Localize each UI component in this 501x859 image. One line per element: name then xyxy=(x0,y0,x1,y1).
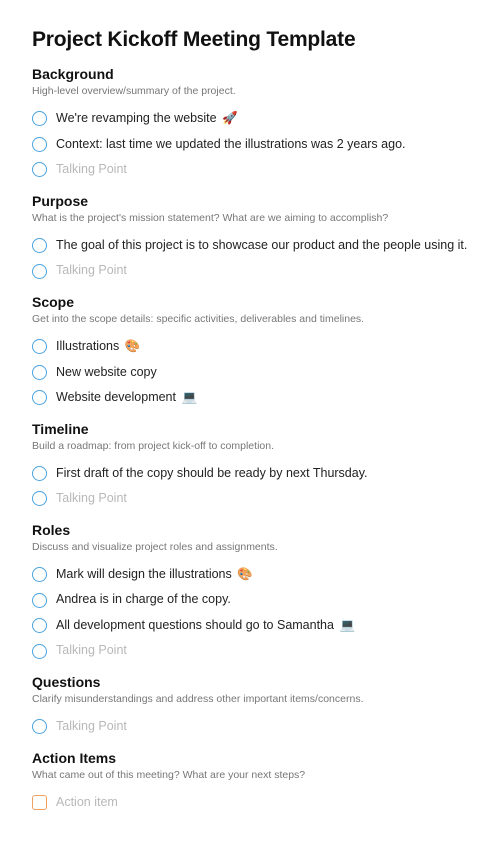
item-text[interactable]: Illustrations 🎨 xyxy=(56,338,140,356)
circle-bullet-icon[interactable] xyxy=(32,618,47,633)
list-item[interactable]: All development questions should go to S… xyxy=(32,613,469,639)
list-item[interactable]: We're revamping the website 🚀 xyxy=(32,106,469,132)
laptop-icon: 💻 xyxy=(181,389,197,407)
section-timeline: Timeline Build a roadmap: from project ki… xyxy=(32,421,469,512)
section-action-items: Action Items What came out of this meetin… xyxy=(32,750,469,816)
list-item[interactable]: Illustrations 🎨 xyxy=(32,334,469,360)
circle-bullet-icon[interactable] xyxy=(32,111,47,126)
laptop-icon: 💻 xyxy=(339,617,355,635)
section-scope: Scope Get into the scope details: specifi… xyxy=(32,294,469,411)
circle-bullet-icon[interactable] xyxy=(32,719,47,734)
item-text[interactable]: All development questions should go to S… xyxy=(56,617,355,635)
item-text[interactable]: First draft of the copy should be ready … xyxy=(56,465,368,483)
list-item[interactable]: Context: last time we updated the illust… xyxy=(32,132,469,158)
placeholder-text[interactable]: Talking Point xyxy=(56,490,127,508)
circle-bullet-icon[interactable] xyxy=(32,137,47,152)
section-background: Background High-level overview/summary of… xyxy=(32,66,469,183)
section-description: What came out of this meeting? What are … xyxy=(32,768,469,782)
circle-bullet-icon[interactable] xyxy=(32,238,47,253)
document-page: Project Kickoff Meeting Template Backgro… xyxy=(0,0,501,859)
item-text[interactable]: Mark will design the illustrations 🎨 xyxy=(56,566,253,584)
section-description: What is the project's mission statement?… xyxy=(32,211,469,225)
circle-bullet-icon[interactable] xyxy=(32,365,47,380)
circle-bullet-icon[interactable] xyxy=(32,491,47,506)
placeholder-item[interactable]: Talking Point xyxy=(32,714,469,740)
palette-icon: 🎨 xyxy=(237,566,253,584)
section-title: Purpose xyxy=(32,193,469,209)
section-description: High-level overview/summary of the proje… xyxy=(32,84,469,98)
placeholder-item[interactable]: Talking Point xyxy=(32,258,469,284)
item-text[interactable]: Andrea is in charge of the copy. xyxy=(56,591,231,609)
placeholder-text[interactable]: Talking Point xyxy=(56,718,127,736)
list-item[interactable]: Andrea is in charge of the copy. xyxy=(32,587,469,613)
placeholder-text[interactable]: Talking Point xyxy=(56,262,127,280)
sections-container: Background High-level overview/summary of… xyxy=(32,66,469,815)
circle-bullet-icon[interactable] xyxy=(32,593,47,608)
section-description: Clarify misunderstandings and address ot… xyxy=(32,692,469,706)
circle-bullet-icon[interactable] xyxy=(32,644,47,659)
item-text[interactable]: New website copy xyxy=(56,364,157,382)
section-purpose: Purpose What is the project's mission sta… xyxy=(32,193,469,284)
list-item[interactable]: The goal of this project is to showcase … xyxy=(32,233,469,259)
section-description: Build a roadmap: from project kick-off t… xyxy=(32,439,469,453)
item-text[interactable]: We're revamping the website 🚀 xyxy=(56,110,238,128)
rocket-icon: 🚀 xyxy=(222,110,238,128)
square-checkbox-icon[interactable] xyxy=(32,795,47,810)
circle-bullet-icon[interactable] xyxy=(32,162,47,177)
item-text[interactable]: The goal of this project is to showcase … xyxy=(56,237,467,255)
section-questions: Questions Clarify misunderstandings and a… xyxy=(32,674,469,740)
list-item[interactable]: First draft of the copy should be ready … xyxy=(32,461,469,487)
circle-bullet-icon[interactable] xyxy=(32,390,47,405)
page-title: Project Kickoff Meeting Template xyxy=(32,28,469,52)
circle-bullet-icon[interactable] xyxy=(32,466,47,481)
section-description: Get into the scope details: specific act… xyxy=(32,312,469,326)
palette-icon: 🎨 xyxy=(125,338,141,356)
placeholder-item[interactable]: Talking Point xyxy=(32,157,469,183)
list-item[interactable]: Mark will design the illustrations 🎨 xyxy=(32,562,469,588)
section-title: Timeline xyxy=(32,421,469,437)
placeholder-text[interactable]: Talking Point xyxy=(56,642,127,660)
section-description: Discuss and visualize project roles and … xyxy=(32,540,469,554)
section-title: Action Items xyxy=(32,750,469,766)
circle-bullet-icon[interactable] xyxy=(32,339,47,354)
section-title: Questions xyxy=(32,674,469,690)
section-roles: Roles Discuss and visualize project roles… xyxy=(32,522,469,664)
section-title: Roles xyxy=(32,522,469,538)
list-item[interactable]: New website copy xyxy=(32,360,469,386)
placeholder-item[interactable]: Talking Point xyxy=(32,486,469,512)
list-item[interactable]: Website development 💻 xyxy=(32,385,469,411)
placeholder-item[interactable]: Action item xyxy=(32,790,469,816)
section-title: Background xyxy=(32,66,469,82)
circle-bullet-icon[interactable] xyxy=(32,567,47,582)
section-title: Scope xyxy=(32,294,469,310)
placeholder-text[interactable]: Action item xyxy=(56,794,118,812)
circle-bullet-icon[interactable] xyxy=(32,264,47,279)
item-text[interactable]: Context: last time we updated the illust… xyxy=(56,136,406,154)
item-text[interactable]: Website development 💻 xyxy=(56,389,197,407)
placeholder-text[interactable]: Talking Point xyxy=(56,161,127,179)
placeholder-item[interactable]: Talking Point xyxy=(32,638,469,664)
